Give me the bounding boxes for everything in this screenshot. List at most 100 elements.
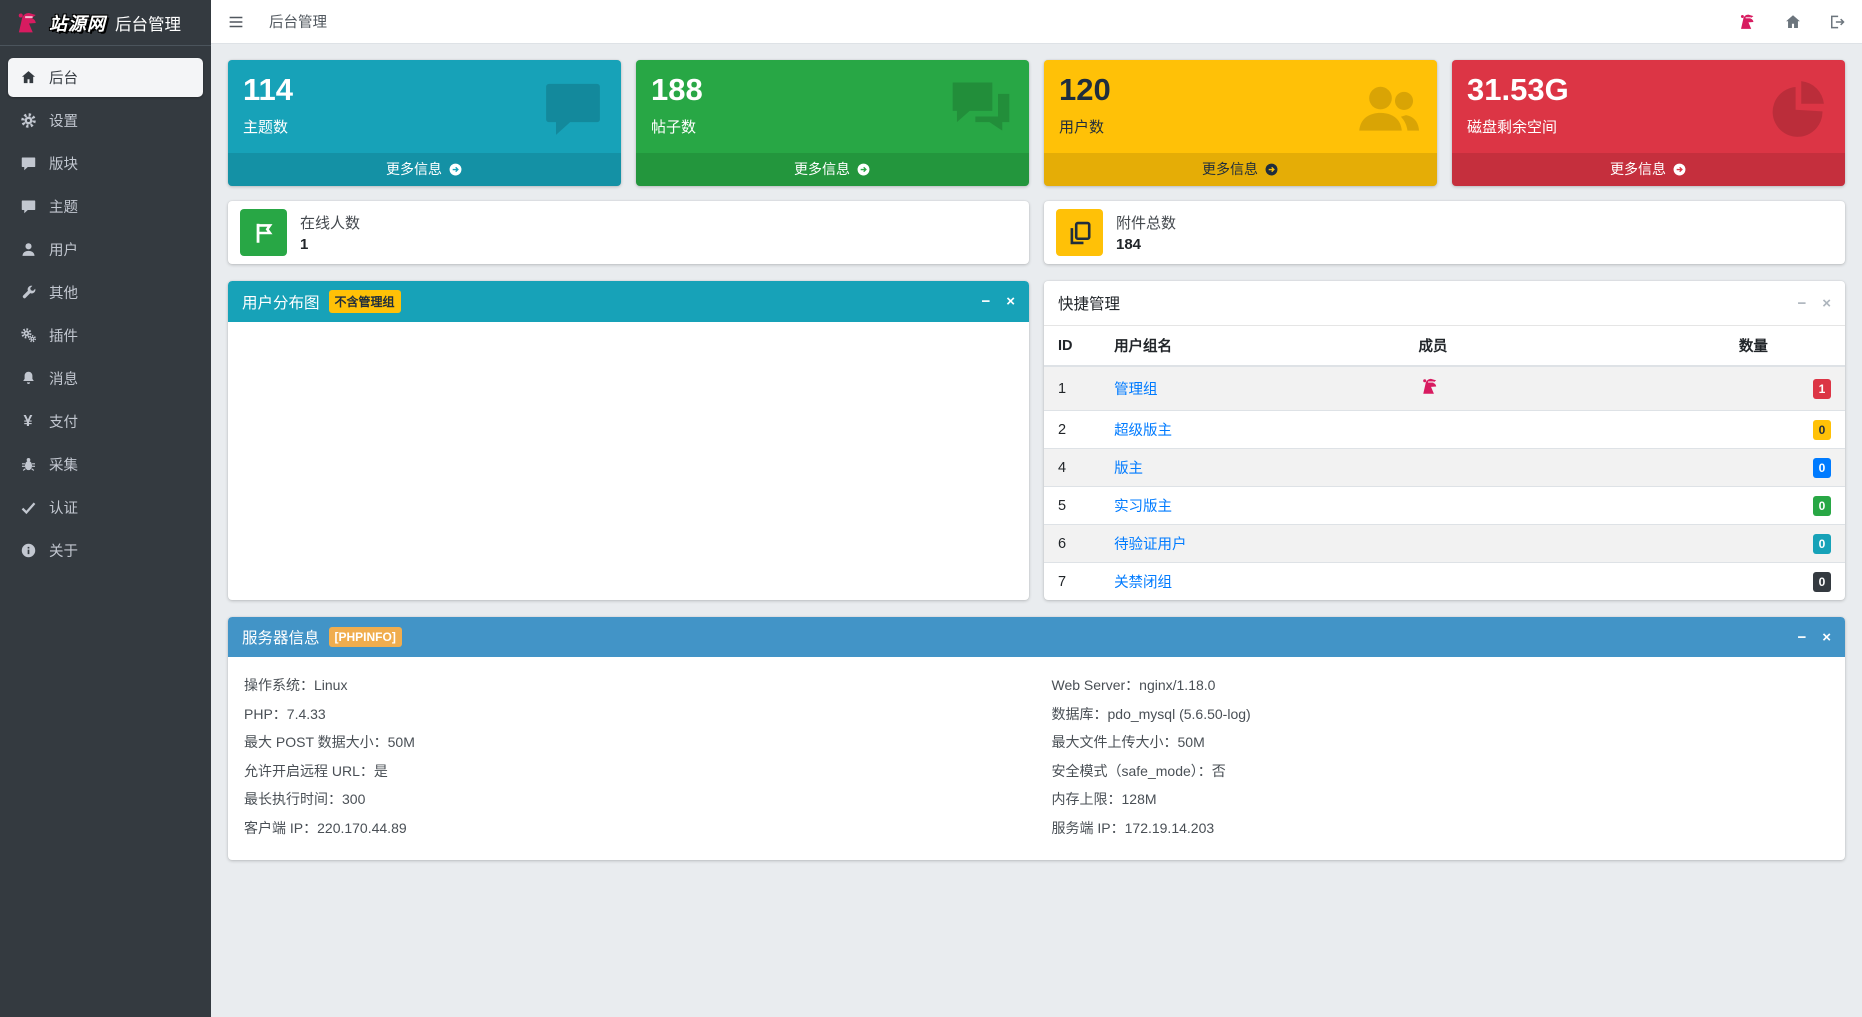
sidebar-item-plugins[interactable]: 插件 bbox=[8, 316, 203, 355]
group-link[interactable]: 关禁闭组 bbox=[1114, 575, 1172, 591]
info-box-value: 184 bbox=[1116, 236, 1142, 253]
group-members-cell bbox=[1404, 562, 1725, 600]
sidebar-item-users[interactable]: 用户 bbox=[8, 230, 203, 269]
more-info-link[interactable]: 更多信息 bbox=[1044, 153, 1437, 186]
info-box-attachments: 附件总数 184 bbox=[1044, 201, 1845, 264]
server-info-line: 最长执行时间：300 bbox=[244, 791, 366, 807]
server-info-line: 客户端 IP：220.170.44.89 bbox=[244, 819, 407, 836]
group-id-cell: 4 bbox=[1044, 448, 1101, 487]
table-row: 2 超级版主 0 bbox=[1044, 410, 1845, 449]
stat-card-posts: 188 帖子数 更多信息 bbox=[636, 60, 1029, 186]
menu-toggle-icon[interactable] bbox=[227, 13, 245, 31]
stat-cards-row: 114 主题数 更多信息 188 帖子数 更多信息 120 用户数 更多信息 31.53G 磁盘剩余… bbox=[228, 60, 1845, 186]
flag-icon bbox=[240, 209, 287, 256]
sidebar-item-auth[interactable]: 认证 bbox=[8, 488, 203, 527]
table-row: 4 版主 0 bbox=[1044, 448, 1845, 487]
column-header: 成员 bbox=[1404, 326, 1725, 367]
user-distribution-panel: 用户分布图 不含管理组 − × bbox=[228, 281, 1029, 600]
sign-out-icon[interactable] bbox=[1828, 13, 1846, 31]
column-header: 用户组名 bbox=[1100, 326, 1405, 367]
sidebar-item-messages[interactable]: 消息 bbox=[8, 359, 203, 398]
server-info-body: 操作系统：Linux PHP：7.4.33 最大 POST 数据大小：50M 允许开启… bbox=[228, 657, 1845, 860]
bell-icon bbox=[18, 370, 38, 388]
column-header: 数量 bbox=[1724, 326, 1845, 367]
comment-icon bbox=[18, 198, 38, 216]
brand-site-name: 站源网 bbox=[49, 13, 106, 34]
check-icon bbox=[18, 499, 38, 517]
group-count-cell: 0 bbox=[1724, 524, 1845, 563]
sidebar-item-forums[interactable]: 版块 bbox=[8, 144, 203, 183]
close-button[interactable]: × bbox=[1822, 630, 1831, 645]
stat-card-topics: 114 主题数 更多信息 bbox=[228, 60, 621, 186]
home-icon bbox=[18, 69, 38, 87]
sidebar: 站源网 后台管理 后台设置版块主题用户其他插件消息 ¥ 支付采集认证关于 bbox=[0, 0, 211, 1017]
more-info-link[interactable]: 更多信息 bbox=[228, 153, 621, 186]
brand-link[interactable]: 站源网 后台管理 bbox=[0, 0, 211, 46]
admin-dashboard: 站源网 后台管理 后台 设置 版块 主题 用户 其他 插件 消息 ¥ 支付 采集 认证 关于 后台管理 … bbox=[0, 0, 1862, 1017]
breadcrumb-link[interactable]: 后台管理 bbox=[269, 11, 327, 32]
group-count-cell: 0 bbox=[1724, 410, 1845, 449]
more-info-link[interactable]: 更多信息 bbox=[636, 153, 1029, 186]
phpinfo-badge[interactable]: [PHPINFO] bbox=[328, 627, 402, 647]
sidebar-item-collect[interactable]: 采集 bbox=[8, 445, 203, 484]
info-box-value: 1 bbox=[300, 236, 309, 253]
sidebar-item-about[interactable]: 关于 bbox=[8, 531, 203, 570]
info-box-text: 在线人数 1 bbox=[300, 212, 360, 253]
info-box-label: 在线人数 bbox=[300, 215, 361, 232]
users-icon bbox=[1355, 74, 1423, 147]
home-icon[interactable] bbox=[1784, 13, 1802, 31]
sidebar-item-label: 认证 bbox=[49, 501, 78, 517]
group-link[interactable]: 待验证用户 bbox=[1114, 537, 1187, 553]
server-info-line: 操作系统：Linux bbox=[244, 677, 348, 693]
table-row: 1 管理组 1 bbox=[1044, 366, 1845, 411]
group-members-cell bbox=[1404, 410, 1725, 449]
site-logo-icon bbox=[12, 8, 42, 38]
server-info-line: 最大文件上传大小：50M bbox=[1051, 734, 1205, 750]
sidebar-item-threads[interactable]: 主题 bbox=[8, 187, 203, 226]
sidebar-item-label: 支付 bbox=[49, 415, 78, 431]
server-info-line: Web Server：nginx/1.18.0 bbox=[1051, 677, 1216, 693]
quick-manage-panel: 快捷管理 − × ID 用户组名 成员 数量 1 管理组 1 2 超级版主 0 4 版主 0 5 实习版主 0… bbox=[1044, 281, 1845, 600]
arrow-circle-icon bbox=[448, 161, 463, 178]
sidebar-item-label: 关于 bbox=[49, 544, 78, 560]
cogs-icon bbox=[18, 327, 38, 345]
content-area: 114 主题数 更多信息 188 帖子数 更多信息 120 用户数 更多信息 31.53G 磁盘剩余… bbox=[211, 44, 1862, 1017]
sidebar-item-label: 其他 bbox=[49, 286, 78, 302]
minimize-button[interactable]: − bbox=[1797, 630, 1806, 645]
group-id-cell: 5 bbox=[1044, 486, 1101, 525]
group-link[interactable]: 管理组 bbox=[1114, 382, 1158, 398]
info-box-text: 附件总数 184 bbox=[1116, 212, 1176, 253]
member-avatar[interactable] bbox=[1418, 375, 1441, 398]
sidebar-item-dashboard[interactable]: 后台 bbox=[8, 58, 203, 97]
panel-tools: − × bbox=[1797, 630, 1831, 645]
close-button[interactable]: × bbox=[1006, 294, 1015, 309]
more-info-link[interactable]: 更多信息 bbox=[1452, 153, 1845, 186]
sidebar-item-settings[interactable]: 设置 bbox=[8, 101, 203, 140]
comment-icon bbox=[539, 74, 607, 147]
group-name-cell: 实习版主 bbox=[1100, 486, 1405, 525]
info-icon bbox=[18, 542, 38, 560]
panel-title: 用户分布图 bbox=[242, 294, 320, 312]
sidebar-item-payment[interactable]: ¥ 支付 bbox=[8, 402, 203, 441]
wrench-icon bbox=[18, 284, 38, 302]
minimize-button[interactable]: − bbox=[981, 294, 990, 309]
user-groups-table: ID 用户组名 成员 数量 1 管理组 1 2 超级版主 0 4 版主 0 5 实习版主 0 6 待验证用户 0 7… bbox=[1044, 326, 1845, 600]
group-members-cell bbox=[1404, 366, 1724, 411]
table-header: ID 用户组名 成员 数量 bbox=[1044, 326, 1845, 367]
group-link[interactable]: 超级版主 bbox=[1114, 423, 1172, 439]
panel-tools: − × bbox=[981, 294, 1015, 309]
group-link[interactable]: 版主 bbox=[1114, 461, 1143, 477]
count-badge: 1 bbox=[1813, 378, 1831, 399]
minimize-button[interactable]: − bbox=[1797, 296, 1806, 311]
user-avatar[interactable] bbox=[1736, 11, 1758, 33]
server-info-line: 允许开启远程 URL：是 bbox=[244, 762, 388, 779]
user-icon bbox=[18, 241, 38, 259]
panels-row: 用户分布图 不含管理组 − × 快捷管理 − × ID 用户组名 成员 数量 1… bbox=[228, 281, 1845, 600]
close-button[interactable]: × bbox=[1822, 296, 1831, 311]
top-navbar: 后台管理 bbox=[211, 0, 1862, 44]
group-link[interactable]: 实习版主 bbox=[1114, 499, 1172, 515]
sidebar-item-other[interactable]: 其他 bbox=[8, 273, 203, 312]
server-info-line: 服务端 IP：172.19.14.203 bbox=[1051, 819, 1215, 836]
yen-icon: ¥ bbox=[23, 412, 33, 430]
more-info-label: 更多信息 bbox=[1202, 161, 1258, 177]
